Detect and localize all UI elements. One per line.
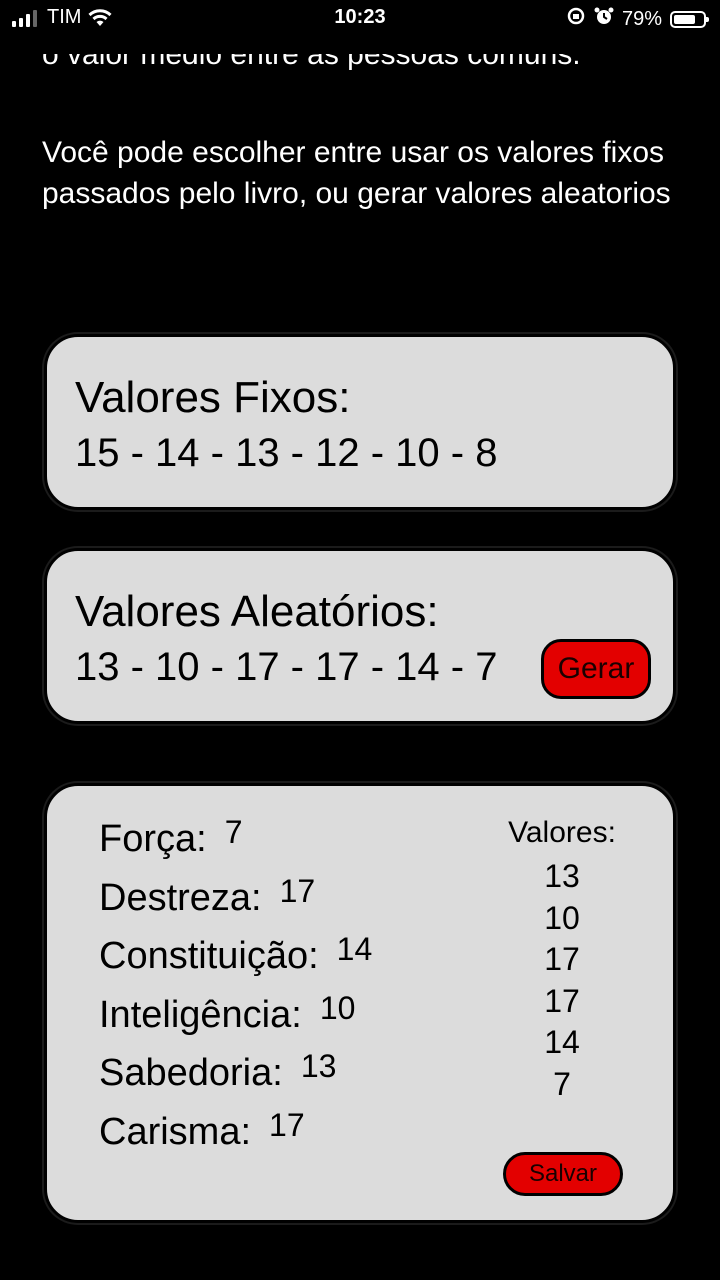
cut-off-text-line: o valor médio entre as pessoas comuns. <box>42 54 581 71</box>
available-value[interactable]: 14 <box>477 1024 647 1066</box>
attribute-label: Sabedoria: <box>99 1052 283 1095</box>
attribute-value: 17 <box>279 872 316 909</box>
battery-icon <box>670 10 709 28</box>
attribute-value: 7 <box>224 814 243 850</box>
attribute-row-carisma[interactable]: Carisma: 17 <box>99 1107 372 1166</box>
random-values-list: 13 - 10 - 17 - 17 - 14 - 7 <box>75 645 498 689</box>
available-value[interactable]: 13 <box>477 858 647 900</box>
attribute-label: Carisma: <box>99 1110 252 1153</box>
fixed-values-list: 15 - 14 - 13 - 12 - 10 - 8 <box>75 431 498 475</box>
available-value[interactable]: 17 <box>477 941 647 983</box>
status-right: 79% <box>566 6 709 32</box>
alarm-icon <box>594 6 614 32</box>
random-values-card: Valores Aleatórios: 13 - 10 - 17 - 17 - … <box>44 548 676 724</box>
status-bar: TIM 10:23 79% <box>0 0 720 36</box>
attribute-row-sabedoria[interactable]: Sabedoria: 13 <box>99 1048 372 1107</box>
attribute-label: Destreza: <box>99 876 262 919</box>
random-values-title: Valores Aleatórios: <box>75 587 439 636</box>
fixed-values-title: Valores Fixos: <box>75 373 351 422</box>
attribute-label: Inteligência: <box>99 993 302 1036</box>
available-value[interactable]: 17 <box>477 983 647 1025</box>
attribute-list: Força: 7 Destreza: 17 Constituição: 14 Inte… <box>99 814 372 1166</box>
intro-paragraph: Você pode escolher entre usar os valores… <box>42 136 671 210</box>
available-values-column: Valores: 13 10 17 17 14 7 <box>477 816 647 1108</box>
attribute-row-forca[interactable]: Força: 7 <box>99 814 372 873</box>
battery-percent: 79% <box>621 7 662 30</box>
attribute-row-inteligencia[interactable]: Inteligência: 10 <box>99 990 372 1049</box>
attribute-value: 10 <box>319 989 356 1026</box>
available-value[interactable]: 10 <box>477 900 647 942</box>
attributes-card: Força: 7 Destreza: 17 Constituição: 14 Inte… <box>44 783 676 1223</box>
attribute-label: Constituição: <box>99 935 319 978</box>
available-values-title: Valores: <box>508 816 616 849</box>
attribute-row-destreza[interactable]: Destreza: 17 <box>99 873 372 932</box>
attribute-label: Força: <box>99 818 207 860</box>
save-button[interactable]: Salvar <box>503 1152 623 1196</box>
attribute-value: 17 <box>269 1106 305 1143</box>
attribute-value: 14 <box>336 931 373 968</box>
rotation-lock-icon <box>566 6 586 32</box>
fixed-values-card: Valores Fixos: 15 - 14 - 13 - 12 - 10 - … <box>44 334 676 510</box>
generate-button[interactable]: Gerar <box>541 639 651 699</box>
available-value[interactable]: 7 <box>477 1066 647 1108</box>
attribute-value: 13 <box>300 1048 337 1085</box>
attribute-row-constituicao[interactable]: Constituição: 14 <box>99 931 372 990</box>
